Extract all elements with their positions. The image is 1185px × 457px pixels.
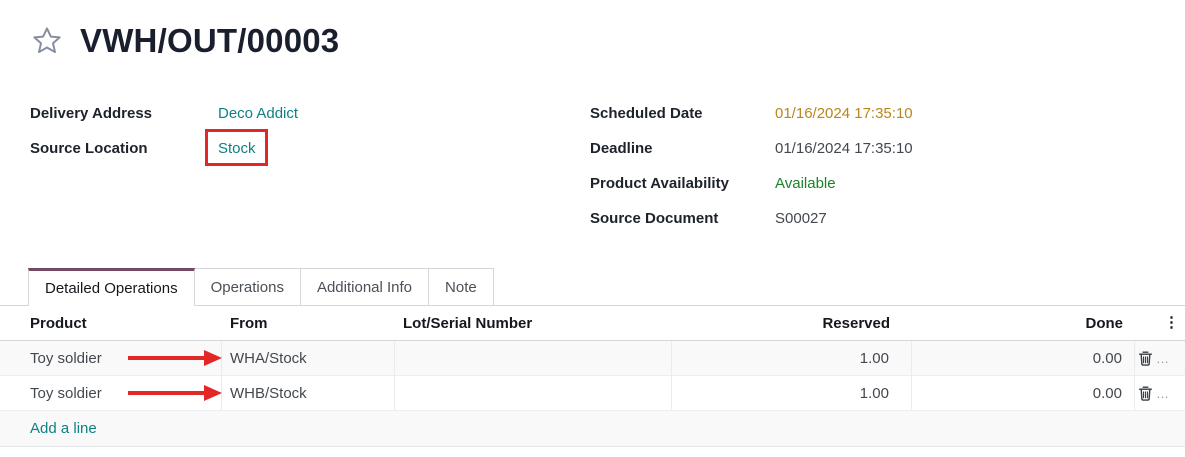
row-more-dots: …: [1156, 351, 1169, 366]
title-row: VWH/OUT/00003: [30, 22, 339, 60]
product-availability-value: Available: [775, 174, 836, 193]
tab-additional-info[interactable]: Additional Info: [300, 268, 429, 305]
right-field-column: Scheduled Date 01/16/2024 17:35:10 Deadl…: [590, 104, 913, 244]
table-row: Toy soldier WHB/Stock 1.00 0.00 …: [0, 376, 1185, 411]
done-cell[interactable]: 0.00: [912, 341, 1135, 375]
column-header-reserved[interactable]: Reserved: [672, 306, 912, 340]
column-header-from[interactable]: From: [222, 306, 395, 340]
done-cell[interactable]: 0.00: [912, 376, 1135, 410]
product-cell[interactable]: Toy soldier: [0, 341, 222, 375]
reserved-cell[interactable]: 1.00: [672, 341, 912, 375]
deadline-label: Deadline: [590, 139, 775, 158]
page-title: VWH/OUT/00003: [80, 22, 339, 60]
row-actions-cell: …: [1135, 376, 1185, 410]
from-cell[interactable]: WHA/Stock: [222, 341, 395, 375]
scheduled-date-label: Scheduled Date: [590, 104, 775, 123]
detailed-operations-table: Product From Lot/Serial Number Reserved …: [0, 306, 1185, 447]
row-more-dots: …: [1156, 386, 1169, 401]
deadline-value[interactable]: 01/16/2024 17:35:10: [775, 139, 913, 158]
lot-serial-cell[interactable]: [395, 376, 672, 410]
table-header-row: Product From Lot/Serial Number Reserved …: [0, 306, 1185, 341]
reserved-cell[interactable]: 1.00: [672, 376, 912, 410]
field-deadline: Deadline 01/16/2024 17:35:10: [590, 139, 913, 174]
from-cell[interactable]: WHB/Stock: [222, 376, 395, 410]
delivery-address-label: Delivery Address: [30, 104, 218, 123]
source-document-label: Source Document: [590, 209, 775, 228]
product-cell[interactable]: Toy soldier: [0, 376, 222, 410]
lot-serial-cell[interactable]: [395, 341, 672, 375]
row-actions-cell: …: [1135, 341, 1185, 375]
favorite-star-icon[interactable]: [30, 25, 63, 58]
delivery-order-form: VWH/OUT/00003 Delivery Address Deco Addi…: [0, 0, 1185, 457]
source-location-label: Source Location: [30, 139, 218, 158]
column-header-lot-serial[interactable]: Lot/Serial Number: [395, 306, 672, 340]
column-header-product[interactable]: Product: [0, 306, 222, 340]
tab-detailed-operations[interactable]: Detailed Operations: [28, 268, 195, 306]
add-line-row: Add a line: [0, 411, 1185, 447]
optional-columns-icon[interactable]: ⋮: [1164, 316, 1179, 330]
add-a-line-link[interactable]: Add a line: [0, 420, 97, 437]
delivery-address-value[interactable]: Deco Addict: [218, 104, 298, 123]
field-delivery-address: Delivery Address Deco Addict: [30, 104, 298, 139]
field-product-availability: Product Availability Available: [590, 174, 913, 209]
field-source-location: Source Location Stock: [30, 139, 298, 174]
notebook-tabs: Detailed Operations Operations Additiona…: [0, 268, 1185, 306]
left-field-column: Delivery Address Deco Addict Source Loca…: [30, 104, 298, 174]
trash-icon[interactable]: [1138, 386, 1153, 401]
product-availability-label: Product Availability: [590, 174, 775, 193]
source-document-value[interactable]: S00027: [775, 209, 827, 228]
tab-operations[interactable]: Operations: [194, 268, 301, 305]
column-header-actions: ⋮: [1135, 306, 1185, 340]
field-source-document: Source Document S00027: [590, 209, 913, 244]
source-location-value[interactable]: Stock: [218, 139, 256, 158]
column-header-done[interactable]: Done: [912, 306, 1135, 340]
trash-icon[interactable]: [1138, 351, 1153, 366]
field-scheduled-date: Scheduled Date 01/16/2024 17:35:10: [590, 104, 913, 139]
scheduled-date-value[interactable]: 01/16/2024 17:35:10: [775, 104, 913, 123]
tab-note[interactable]: Note: [428, 268, 494, 305]
table-row: Toy soldier WHA/Stock 1.00 0.00 …: [0, 341, 1185, 376]
